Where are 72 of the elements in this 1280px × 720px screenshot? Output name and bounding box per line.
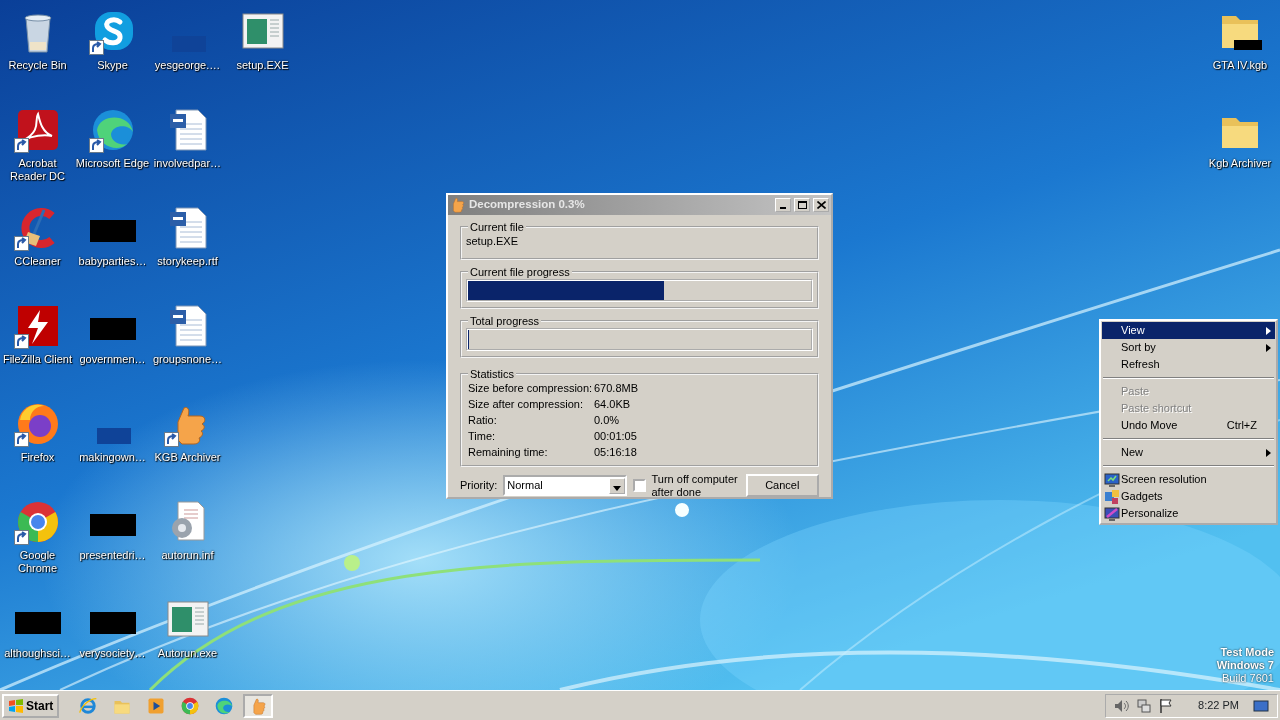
maximize-icon	[797, 201, 807, 209]
checkbox[interactable]	[632, 479, 646, 492]
minimize-button[interactable]	[775, 198, 791, 212]
clock-text: 8:22 PM	[1198, 698, 1239, 714]
icon-label[interactable]: setup.EXE	[236, 59, 289, 72]
group-label: Total progress	[469, 314, 541, 327]
stat-label: Size before compression:	[467, 380, 594, 396]
stat-value: 64.0KB	[594, 396, 631, 412]
browser-icon	[78, 695, 99, 716]
maximize-button[interactable]	[794, 198, 810, 212]
flag-icon[interactable]	[1158, 697, 1175, 714]
menu-item[interactable]: Gadgets	[1102, 488, 1275, 505]
stat-label: Time:	[467, 428, 497, 444]
icon-label[interactable]: Firefox	[20, 451, 55, 464]
gadgets-icon	[1103, 488, 1120, 505]
paint-monitor-icon	[1103, 505, 1120, 522]
close-button[interactable]	[813, 198, 829, 212]
checkbox-label[interactable]: Turn off computer after done	[651, 472, 740, 499]
icon-label[interactable]: KGB Archiver	[154, 451, 221, 464]
show-desktop-icon[interactable]	[1253, 697, 1269, 714]
icon-label[interactable]: Microsoft Edge	[75, 157, 150, 170]
stat-label: Ratio:	[467, 412, 498, 428]
window-title: Decompression 0.3%	[469, 197, 586, 213]
icon-label[interactable]: Google Chrome	[0, 549, 75, 575]
os-notice-text: Test Mode	[1220, 646, 1274, 659]
monitor-icon	[1103, 471, 1120, 488]
icon-label[interactable]: makingown…	[79, 451, 146, 464]
windows-flag-icon	[8, 697, 24, 714]
stat-label: Size after compression:	[467, 396, 584, 412]
start-button[interactable]: Start	[2, 693, 60, 718]
group-label: Current file progress	[469, 265, 571, 278]
menu-item[interactable]: Refresh	[1102, 356, 1275, 373]
os-notice-text: Build 7601	[1222, 672, 1274, 685]
submenu-arrow-icon	[1266, 448, 1271, 457]
icon-label[interactable]: storykeep.rtf	[157, 255, 218, 268]
browser-icon	[180, 695, 201, 716]
icon-label[interactable]: yesgeorge.…	[154, 59, 221, 72]
cancel-button[interactable]: Cancel	[745, 474, 819, 497]
priority-dropdown[interactable]: Normal	[503, 475, 627, 496]
stat-value: 0.0%	[594, 412, 620, 428]
icon-label[interactable]: Acrobat Reader DC	[0, 157, 75, 183]
menu-item[interactable]: Sort by	[1102, 339, 1275, 356]
icon-label[interactable]: Kgb Archiver	[1208, 157, 1272, 170]
menu-item[interactable]: Undo Move Ctrl+Z	[1102, 417, 1275, 434]
menu-item[interactable]: New	[1102, 444, 1275, 461]
field-label: Priority:	[460, 478, 498, 494]
menu-item[interactable]: Screen resolution	[1102, 471, 1275, 488]
stat-value: 670.8MB	[594, 380, 639, 396]
icon-label[interactable]: FileZilla Client	[2, 353, 73, 366]
menu-item[interactable]: Personalize	[1102, 505, 1275, 522]
icon-label[interactable]: Recycle Bin	[8, 59, 67, 72]
stat-label: Remaining time:	[467, 444, 549, 460]
os-notice-text: Windows 7	[1216, 659, 1274, 672]
network-icon[interactable]	[1136, 697, 1153, 714]
icon-label[interactable]: governmen…	[79, 353, 146, 366]
file-name: setup.EXE	[466, 234, 519, 249]
icon-label[interactable]: CCleaner	[14, 255, 61, 268]
icon-label[interactable]: babyparties…	[78, 255, 147, 268]
minimize-icon	[780, 206, 786, 209]
shortcut-text: Ctrl+Z	[1226, 418, 1257, 434]
browser-icon	[214, 695, 235, 716]
close-icon	[816, 201, 826, 209]
icon-label[interactable]: GTA IV.kgb	[1212, 59, 1268, 72]
icon-label[interactable]: involvedpar…	[153, 157, 222, 170]
group-label: Current file	[469, 221, 525, 233]
menu-item[interactable]: View	[1102, 322, 1275, 339]
icon-label[interactable]: Skype	[97, 59, 128, 72]
icon-label[interactable]: groupsnone…	[152, 353, 223, 366]
stat-value: 00:01:05	[594, 428, 637, 444]
group-label: Statistics	[469, 367, 515, 380]
thumbs-up-icon	[450, 197, 466, 213]
stat-value: 05:16:18	[594, 444, 637, 460]
